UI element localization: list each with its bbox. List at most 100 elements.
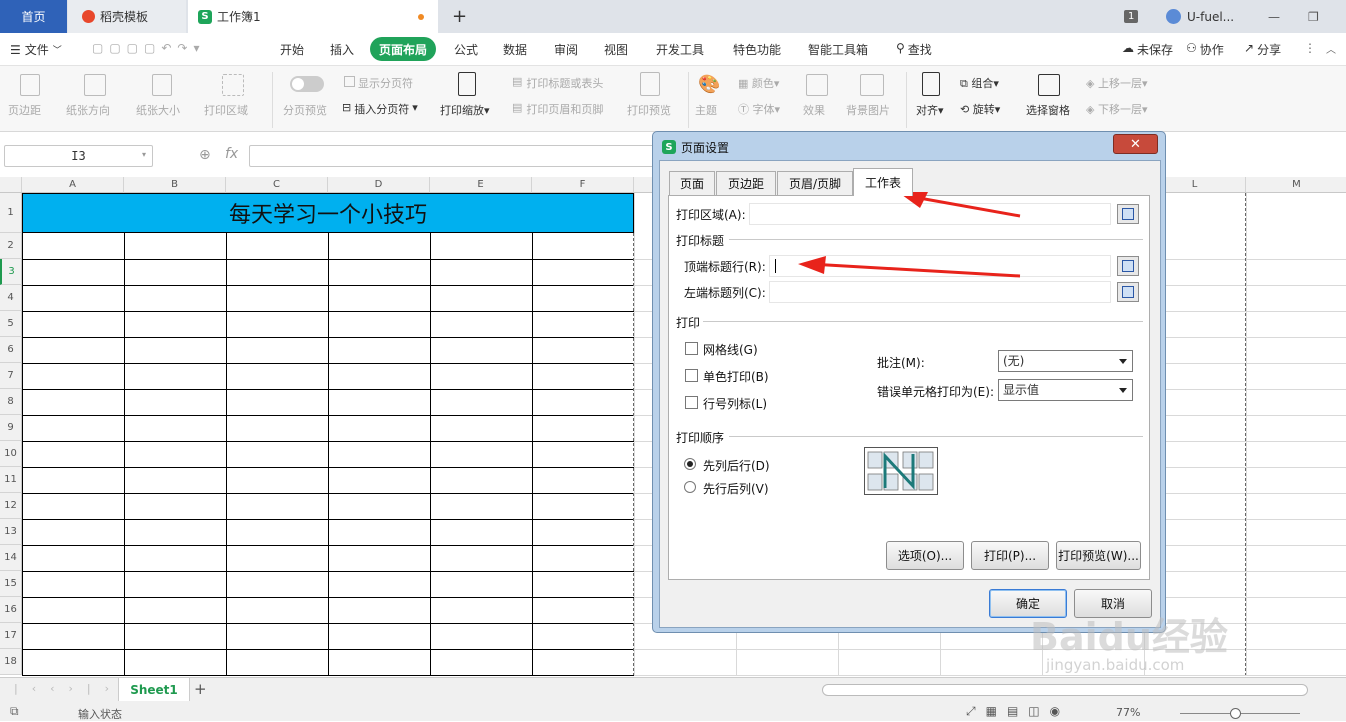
sheet-tab-sheet1[interactable]: Sheet1 xyxy=(118,678,190,702)
window-count-badge[interactable]: 1 xyxy=(1124,0,1139,33)
print-scale-button[interactable]: 打印缩放▾ xyxy=(440,102,490,118)
dropdown-icon: ▾ xyxy=(484,104,490,117)
menu-item-smart-tools[interactable]: 智能工具箱 xyxy=(808,41,868,58)
tab-home[interactable]: 首页 xyxy=(0,0,67,33)
tab-workbook[interactable]: S 工作簿1 xyxy=(188,0,438,33)
insert-page-break-label: 插入分页符 xyxy=(354,103,410,116)
black-white-label: 单色打印(B) xyxy=(703,370,769,384)
send-backward-button[interactable]: ◈ 下移一层▾ xyxy=(1086,101,1148,117)
minimize-button[interactable]: — xyxy=(1268,0,1280,33)
orientation-button[interactable]: 纸张方向 xyxy=(66,102,110,118)
left-cols-pick-button[interactable] xyxy=(1117,282,1139,302)
bring-forward-button[interactable]: ◈ 上移一层▾ xyxy=(1086,75,1148,91)
selection-pane-button[interactable]: 选择窗格 xyxy=(1026,102,1070,118)
fx-icon[interactable]: fx xyxy=(225,146,238,162)
range-picker-icon xyxy=(1122,260,1134,272)
theme-button[interactable]: 主题 xyxy=(695,102,717,118)
print-preview-button[interactable]: 打印预览 xyxy=(627,102,671,118)
horizontal-scrollbar[interactable] xyxy=(822,684,1308,696)
new-tab-button[interactable]: + xyxy=(452,0,467,33)
margins-button[interactable]: 页边距 xyxy=(8,102,41,118)
checkbox-icon xyxy=(344,76,355,87)
collab-button[interactable]: ⚇ 协作 xyxy=(1186,41,1224,58)
menu-item-home[interactable]: 开始 xyxy=(280,41,304,58)
effects-button[interactable]: 效果 xyxy=(803,102,825,118)
close-button[interactable]: ✕ xyxy=(1113,134,1158,154)
print-button[interactable]: 打印(P)... xyxy=(971,541,1049,570)
group-button[interactable]: ⧉ 组合▾ xyxy=(960,75,999,91)
options-button[interactable]: 选项(O)... xyxy=(886,541,964,570)
sheet-nav-arrows[interactable]: |‹‹›|› xyxy=(14,682,123,695)
tab-template[interactable]: 稻壳模板 xyxy=(68,0,186,33)
down-then-over-radio[interactable] xyxy=(684,458,696,470)
group-divider xyxy=(703,321,1143,322)
colors-icon: ▦ xyxy=(738,77,752,90)
align-button[interactable]: 对齐▾ xyxy=(916,102,944,118)
add-sheet-button[interactable]: + xyxy=(194,680,207,698)
zoom-slider-handle[interactable] xyxy=(1230,708,1241,719)
top-rows-pick-button[interactable] xyxy=(1117,256,1139,276)
left-cols-input[interactable] xyxy=(769,281,1111,303)
view-mode-icons[interactable]: ⤢▦▤◫◉ xyxy=(966,704,1070,719)
fonts-button[interactable]: Ⓣ 字体▾ xyxy=(738,101,780,117)
print-preview-button[interactable]: 打印预览(W)... xyxy=(1056,541,1141,570)
menu-item-insert[interactable]: 插入 xyxy=(330,41,354,58)
orientation-icon xyxy=(84,74,106,96)
show-page-break-checkbox[interactable]: 显示分页符 xyxy=(344,75,413,91)
comments-select[interactable]: (无) xyxy=(998,350,1133,372)
print-titles-button[interactable]: ▤ 打印标题或表头 xyxy=(512,75,603,91)
colors-button[interactable]: ▦ 颜色▾ xyxy=(738,75,779,91)
tab-page[interactable]: 页面 xyxy=(669,171,715,195)
user-account[interactable]: U-fuel... xyxy=(1166,0,1234,33)
rotate-label: 旋转 xyxy=(972,103,995,116)
share-button[interactable]: ↗ 分享 xyxy=(1244,41,1281,58)
row-col-headers-checkbox[interactable] xyxy=(685,396,698,409)
rotate-button[interactable]: ⟲ 旋转▾ xyxy=(960,101,1000,117)
formula-input[interactable] xyxy=(249,145,669,167)
menu-item-developer[interactable]: 开发工具 xyxy=(656,41,704,58)
name-box-dropdown-icon[interactable]: ▾ xyxy=(142,150,146,159)
paper-size-button[interactable]: 纸张大小 xyxy=(136,102,180,118)
print-area-pick-button[interactable] xyxy=(1117,204,1139,224)
search-button[interactable]: ⚲ 查找 xyxy=(896,41,932,58)
tab-sheet[interactable]: 工作表 xyxy=(853,168,913,196)
tab-margins[interactable]: 页边距 xyxy=(716,171,776,195)
title-cell[interactable]: 每天学习一个小技巧 xyxy=(22,193,634,233)
menu-item-view[interactable]: 视图 xyxy=(604,41,628,58)
show-page-break-label: 显示分页符 xyxy=(358,77,413,90)
comments-select-value: (无) xyxy=(1003,354,1025,368)
restore-button[interactable]: ❐ xyxy=(1308,0,1319,33)
over-then-down-radio[interactable] xyxy=(684,481,696,493)
print-scale-label: 打印缩放 xyxy=(440,104,484,117)
zoom-formula-icon[interactable]: ⊕ xyxy=(199,147,211,163)
menu-item-special[interactable]: 特色功能 xyxy=(733,41,781,58)
docer-logo-icon xyxy=(82,10,95,23)
black-white-checkbox[interactable] xyxy=(685,369,698,382)
quick-access-toolbar[interactable]: ▢▢▢▢↶↷▾ xyxy=(92,41,205,55)
sheet-tab-bar: |‹‹›|› Sheet1 + xyxy=(0,677,1346,702)
collapse-ribbon-icon[interactable]: ︿ xyxy=(1326,41,1336,56)
group-divider xyxy=(729,436,1143,437)
menu-item-page-layout[interactable]: 页面布局 xyxy=(370,37,436,61)
hamburger-icon: ☰ xyxy=(10,42,21,57)
more-icon[interactable]: ⋮ xyxy=(1304,41,1316,55)
fonts-label: 字体 xyxy=(752,103,775,116)
name-box[interactable]: I3 xyxy=(4,145,153,167)
print-area-button[interactable]: 打印区域 xyxy=(204,102,248,118)
background-image-button[interactable]: 背景图片 xyxy=(846,102,890,118)
insert-page-break-button[interactable]: ⊟ 插入分页符 ▾ xyxy=(342,101,418,117)
menu-item-data[interactable]: 数据 xyxy=(503,41,527,58)
file-menu[interactable]: ☰ 文件 ﹀ xyxy=(10,41,62,58)
unsaved-button[interactable]: ☁ 未保存 xyxy=(1122,41,1173,58)
gridlines-checkbox[interactable] xyxy=(685,342,698,355)
errors-select[interactable]: 显示值 xyxy=(998,379,1133,401)
macro-icon[interactable]: ⧉ xyxy=(10,704,19,719)
header-footer-button[interactable]: ▤ 打印页眉和页脚 xyxy=(512,101,603,117)
dropdown-icon: ▾ xyxy=(412,101,418,114)
page-break-preview-button[interactable]: 分页预览 xyxy=(283,102,327,118)
menu-item-formulas[interactable]: 公式 xyxy=(454,41,478,58)
print-titles-group-label: 打印标题 xyxy=(676,234,725,248)
menu-item-review[interactable]: 审阅 xyxy=(554,41,578,58)
page-break-preview-toggle[interactable] xyxy=(290,76,324,92)
zoom-level[interactable]: 77% xyxy=(1116,706,1140,719)
